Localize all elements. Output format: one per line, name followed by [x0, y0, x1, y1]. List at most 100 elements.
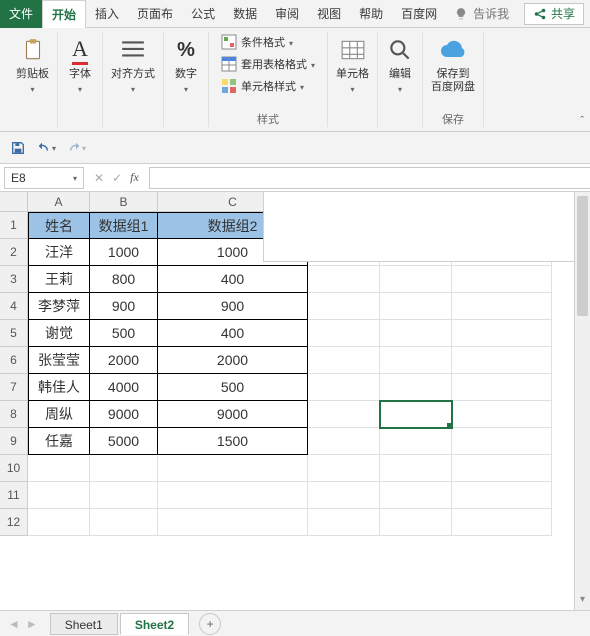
tab-review[interactable]: 审阅 [266, 0, 308, 28]
row-header[interactable]: 6 [0, 347, 28, 374]
number-button[interactable]: % 数字▾ [172, 32, 200, 96]
cell[interactable]: 4000 [90, 374, 158, 401]
cell[interactable] [158, 482, 308, 509]
cell[interactable]: 谢觉 [28, 320, 90, 347]
cell[interactable] [452, 455, 552, 482]
vertical-scrollbar[interactable]: ▾ [574, 192, 590, 610]
cell[interactable]: 400 [158, 266, 308, 293]
cell[interactable] [28, 482, 90, 509]
cell[interactable] [158, 509, 308, 536]
select-all-corner[interactable] [0, 192, 28, 212]
redo-button[interactable]: ▾ [66, 140, 86, 156]
cell[interactable] [90, 455, 158, 482]
cell[interactable] [452, 374, 552, 401]
row-header[interactable]: 3 [0, 266, 28, 293]
cell[interactable]: 9000 [90, 401, 158, 428]
formula-input[interactable] [149, 167, 590, 189]
tab-view[interactable]: 视图 [308, 0, 350, 28]
tab-insert[interactable]: 插入 [86, 0, 128, 28]
cancel-formula-button[interactable]: ✕ [94, 171, 104, 185]
cell[interactable] [380, 374, 452, 401]
sheet-next-button[interactable]: ► [26, 617, 38, 631]
cell[interactable] [380, 482, 452, 509]
cell[interactable] [380, 266, 452, 293]
collapse-ribbon-button[interactable]: ˆ [580, 115, 584, 127]
undo-button[interactable]: ▾ [36, 140, 56, 156]
cell[interactable]: 900 [158, 293, 308, 320]
cell[interactable] [308, 455, 380, 482]
cell[interactable] [308, 320, 380, 347]
cell[interactable] [380, 401, 452, 428]
cell[interactable] [308, 401, 380, 428]
cell[interactable] [28, 509, 90, 536]
cell-styles-button[interactable]: 单元格样式▾ [217, 76, 319, 96]
row-header[interactable]: 9 [0, 428, 28, 455]
conditional-format-button[interactable]: 条件格式▾ [217, 32, 319, 52]
cell[interactable] [308, 266, 380, 293]
row-header[interactable]: 8 [0, 401, 28, 428]
cell[interactable] [28, 455, 90, 482]
cell[interactable]: 数据组1 [90, 212, 158, 239]
cell[interactable]: 500 [158, 374, 308, 401]
cell[interactable]: 5000 [90, 428, 158, 455]
row-header[interactable]: 10 [0, 455, 28, 482]
cell[interactable] [452, 509, 552, 536]
cell[interactable]: 王莉 [28, 266, 90, 293]
cell[interactable]: 李梦萍 [28, 293, 90, 320]
alignment-button[interactable]: 对齐方式▾ [111, 32, 155, 96]
cell[interactable]: 张莹莹 [28, 347, 90, 374]
row-header[interactable]: 12 [0, 509, 28, 536]
sheet-prev-button[interactable]: ◄ [8, 617, 20, 631]
enter-formula-button[interactable]: ✓ [112, 171, 122, 185]
tab-home[interactable]: 开始 [42, 0, 86, 28]
cell[interactable] [380, 455, 452, 482]
cell[interactable]: 1500 [158, 428, 308, 455]
cell[interactable]: 1000 [90, 239, 158, 266]
tab-data[interactable]: 数据 [224, 0, 266, 28]
cell[interactable] [380, 320, 452, 347]
cell[interactable] [380, 428, 452, 455]
format-as-table-button[interactable]: 套用表格格式▾ [217, 54, 319, 74]
row-header[interactable]: 5 [0, 320, 28, 347]
column-header[interactable]: A [28, 192, 90, 212]
cell[interactable]: 姓名 [28, 212, 90, 239]
scrollbar-thumb[interactable] [577, 196, 588, 316]
sheet-tab-2[interactable]: Sheet2 [120, 613, 189, 635]
cell[interactable]: 900 [90, 293, 158, 320]
cell[interactable] [452, 401, 552, 428]
save-to-baidu-button[interactable]: 保存到百度网盘 [431, 32, 475, 94]
share-button[interactable]: 共享 [524, 3, 584, 25]
cell[interactable] [452, 266, 552, 293]
cell[interactable]: 500 [90, 320, 158, 347]
cell[interactable] [308, 428, 380, 455]
cell[interactable] [452, 320, 552, 347]
tab-help[interactable]: 帮助 [350, 0, 392, 28]
row-header[interactable]: 1 [0, 212, 28, 239]
tell-me[interactable]: 告诉我 [454, 5, 509, 22]
row-header[interactable]: 11 [0, 482, 28, 509]
cell[interactable]: 2000 [90, 347, 158, 374]
row-header[interactable]: 7 [0, 374, 28, 401]
cell[interactable] [90, 482, 158, 509]
font-button[interactable]: A 字体▾ [66, 32, 94, 96]
cell[interactable] [452, 293, 552, 320]
cell[interactable]: 800 [90, 266, 158, 293]
editing-button[interactable]: 编辑▾ [386, 32, 414, 96]
cell[interactable]: 任嘉 [28, 428, 90, 455]
cell[interactable] [452, 482, 552, 509]
cell[interactable] [308, 374, 380, 401]
cell[interactable] [452, 428, 552, 455]
row-header[interactable]: 4 [0, 293, 28, 320]
tab-file[interactable]: 文件 [0, 0, 42, 28]
cell[interactable]: 2000 [158, 347, 308, 374]
cell[interactable]: 400 [158, 320, 308, 347]
column-header[interactable]: B [90, 192, 158, 212]
cell[interactable] [308, 509, 380, 536]
cell[interactable] [308, 482, 380, 509]
cell[interactable] [380, 509, 452, 536]
cell[interactable]: 9000 [158, 401, 308, 428]
cell[interactable] [380, 293, 452, 320]
cell[interactable] [308, 293, 380, 320]
paste-button[interactable]: 剪贴板▾ [16, 32, 49, 96]
cell[interactable] [380, 347, 452, 374]
